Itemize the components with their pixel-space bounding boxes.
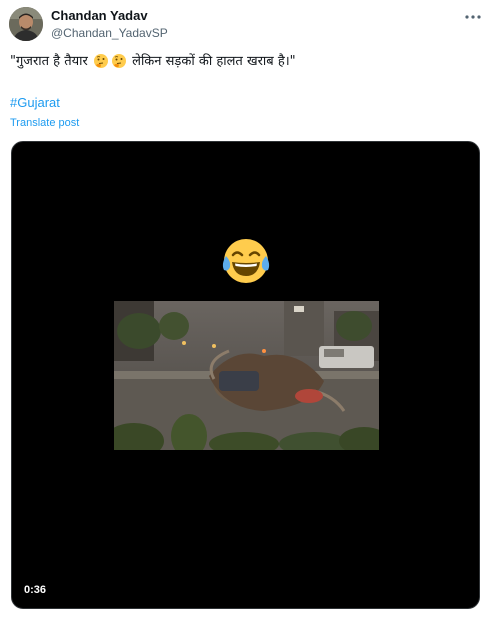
video-frame xyxy=(114,301,379,450)
author-handle[interactable]: @Chandan_YadavSP xyxy=(51,25,168,41)
video-duration: 0:36 xyxy=(24,584,47,596)
tweet-text-part2: लेकिन सड़कों की हालत खराब है।" xyxy=(132,54,296,69)
author-block: Chandan Yadav @Chandan_YadavSP xyxy=(51,8,168,41)
author-name[interactable]: Chandan Yadav xyxy=(51,8,168,24)
more-button[interactable] xyxy=(462,8,484,26)
video-player[interactable]: 0:36 xyxy=(11,141,480,609)
tweet: Chandan Yadav @Chandan_YadavSP "गुजरात ह… xyxy=(0,0,494,619)
hashtag-link[interactable]: #Gujarat xyxy=(10,94,60,112)
tweet-text: "गुजरात है तैयार लेकिन सड़कों की हालत खर… xyxy=(10,52,480,72)
thinking-face-icon xyxy=(93,53,109,69)
translate-post-link[interactable]: Translate post xyxy=(10,116,79,130)
thinking-face-icon xyxy=(111,53,127,69)
tweet-text-part1: "गुजरात है तैयार xyxy=(10,54,88,69)
avatar[interactable] xyxy=(9,7,43,41)
tears-of-joy-icon xyxy=(219,234,273,288)
more-horizontal-icon xyxy=(465,15,481,19)
